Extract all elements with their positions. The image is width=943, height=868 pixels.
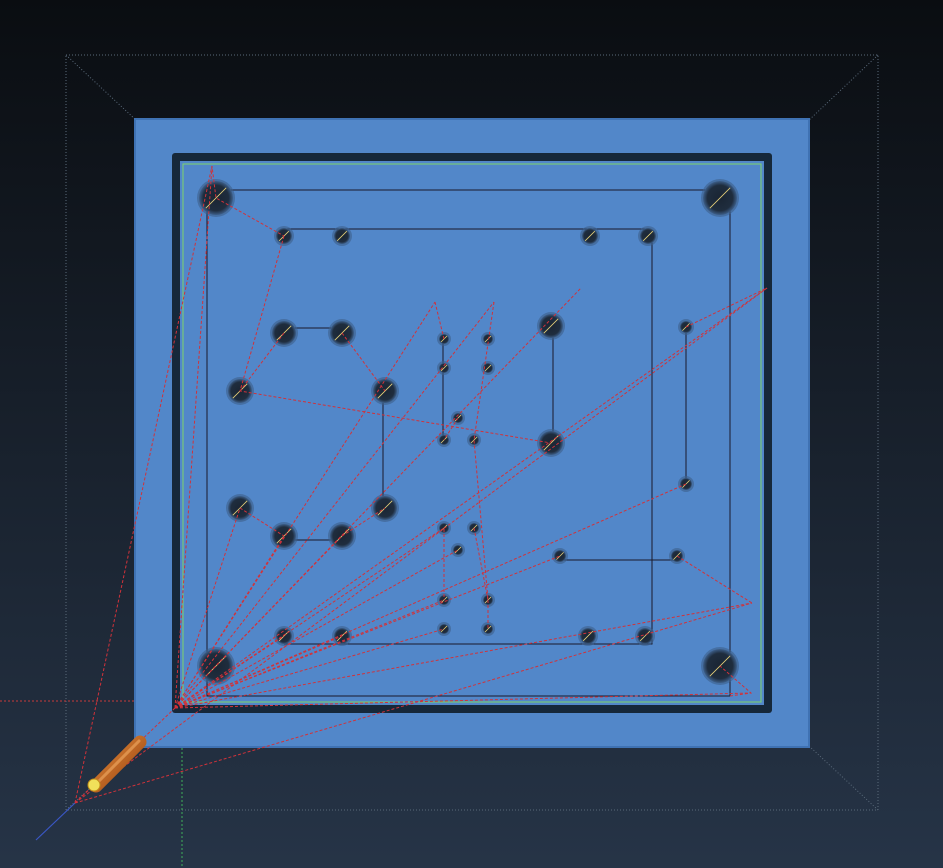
tool-tip-marker-icon [87, 778, 101, 792]
3d-viewport[interactable] [0, 0, 943, 868]
pocket-floor[interactable] [180, 161, 764, 705]
scene-canvas[interactable] [0, 0, 943, 868]
